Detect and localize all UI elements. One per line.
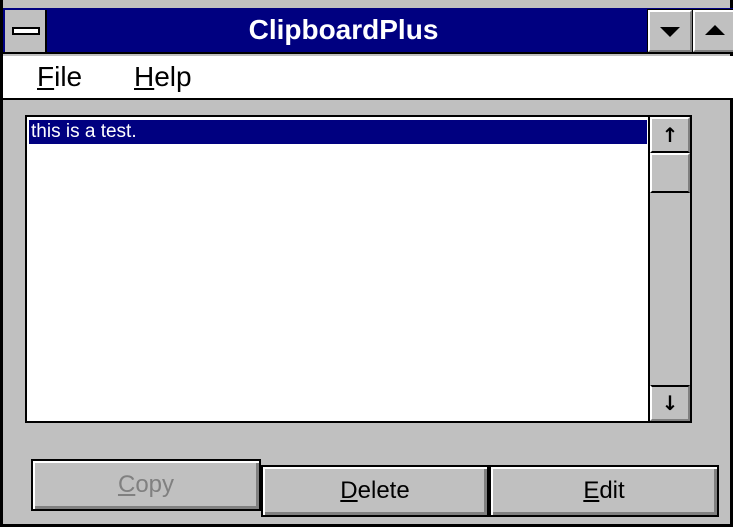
menu-help-label: elp	[154, 61, 192, 92]
window-title: ClipboardPlus	[248, 14, 439, 45]
system-menu-icon	[12, 27, 40, 35]
edit-button[interactable]: Edit	[489, 465, 719, 517]
edit-button-mnemonic: E	[583, 477, 600, 504]
copy-button-mnemonic: C	[117, 471, 136, 498]
menu-help-mnemonic: H	[134, 61, 155, 92]
list-item[interactable]: this is a test.	[28, 119, 648, 145]
maximize-icon	[705, 25, 725, 35]
minimize-button[interactable]	[647, 9, 693, 53]
menu-file[interactable]: File	[37, 58, 82, 96]
minimize-icon	[660, 27, 680, 37]
scroll-up-button[interactable]: ↑	[650, 117, 690, 153]
arrow-down-icon: ↓	[661, 391, 679, 415]
menu-help[interactable]: Help	[134, 58, 192, 96]
delete-button-label: elete	[357, 477, 410, 504]
title-bar: ClipboardPlus	[3, 8, 733, 54]
app-window: ClipboardPlus File Help this is a test. …	[0, 0, 733, 527]
maximize-button[interactable]	[692, 9, 733, 53]
menu-file-mnemonic: F	[37, 61, 55, 92]
delete-button-mnemonic: D	[340, 477, 358, 504]
scroll-thumb[interactable]	[650, 153, 690, 193]
edit-button-label: dit	[599, 477, 625, 504]
vertical-scrollbar[interactable]: ↑ ↓	[648, 117, 690, 421]
clipboard-list[interactable]: this is a test. ↑ ↓	[25, 115, 692, 423]
menu-file-label: ile	[54, 61, 83, 92]
arrow-up-icon: ↑	[661, 123, 679, 147]
scroll-down-button[interactable]: ↓	[650, 385, 690, 421]
copy-button-label: opy	[135, 471, 175, 498]
scroll-track[interactable]	[650, 193, 690, 385]
system-menu-button[interactable]	[5, 10, 47, 52]
delete-button[interactable]: Delete	[261, 465, 489, 517]
copy-button[interactable]: Copy	[31, 459, 261, 511]
menu-bar: File Help	[3, 56, 733, 100]
